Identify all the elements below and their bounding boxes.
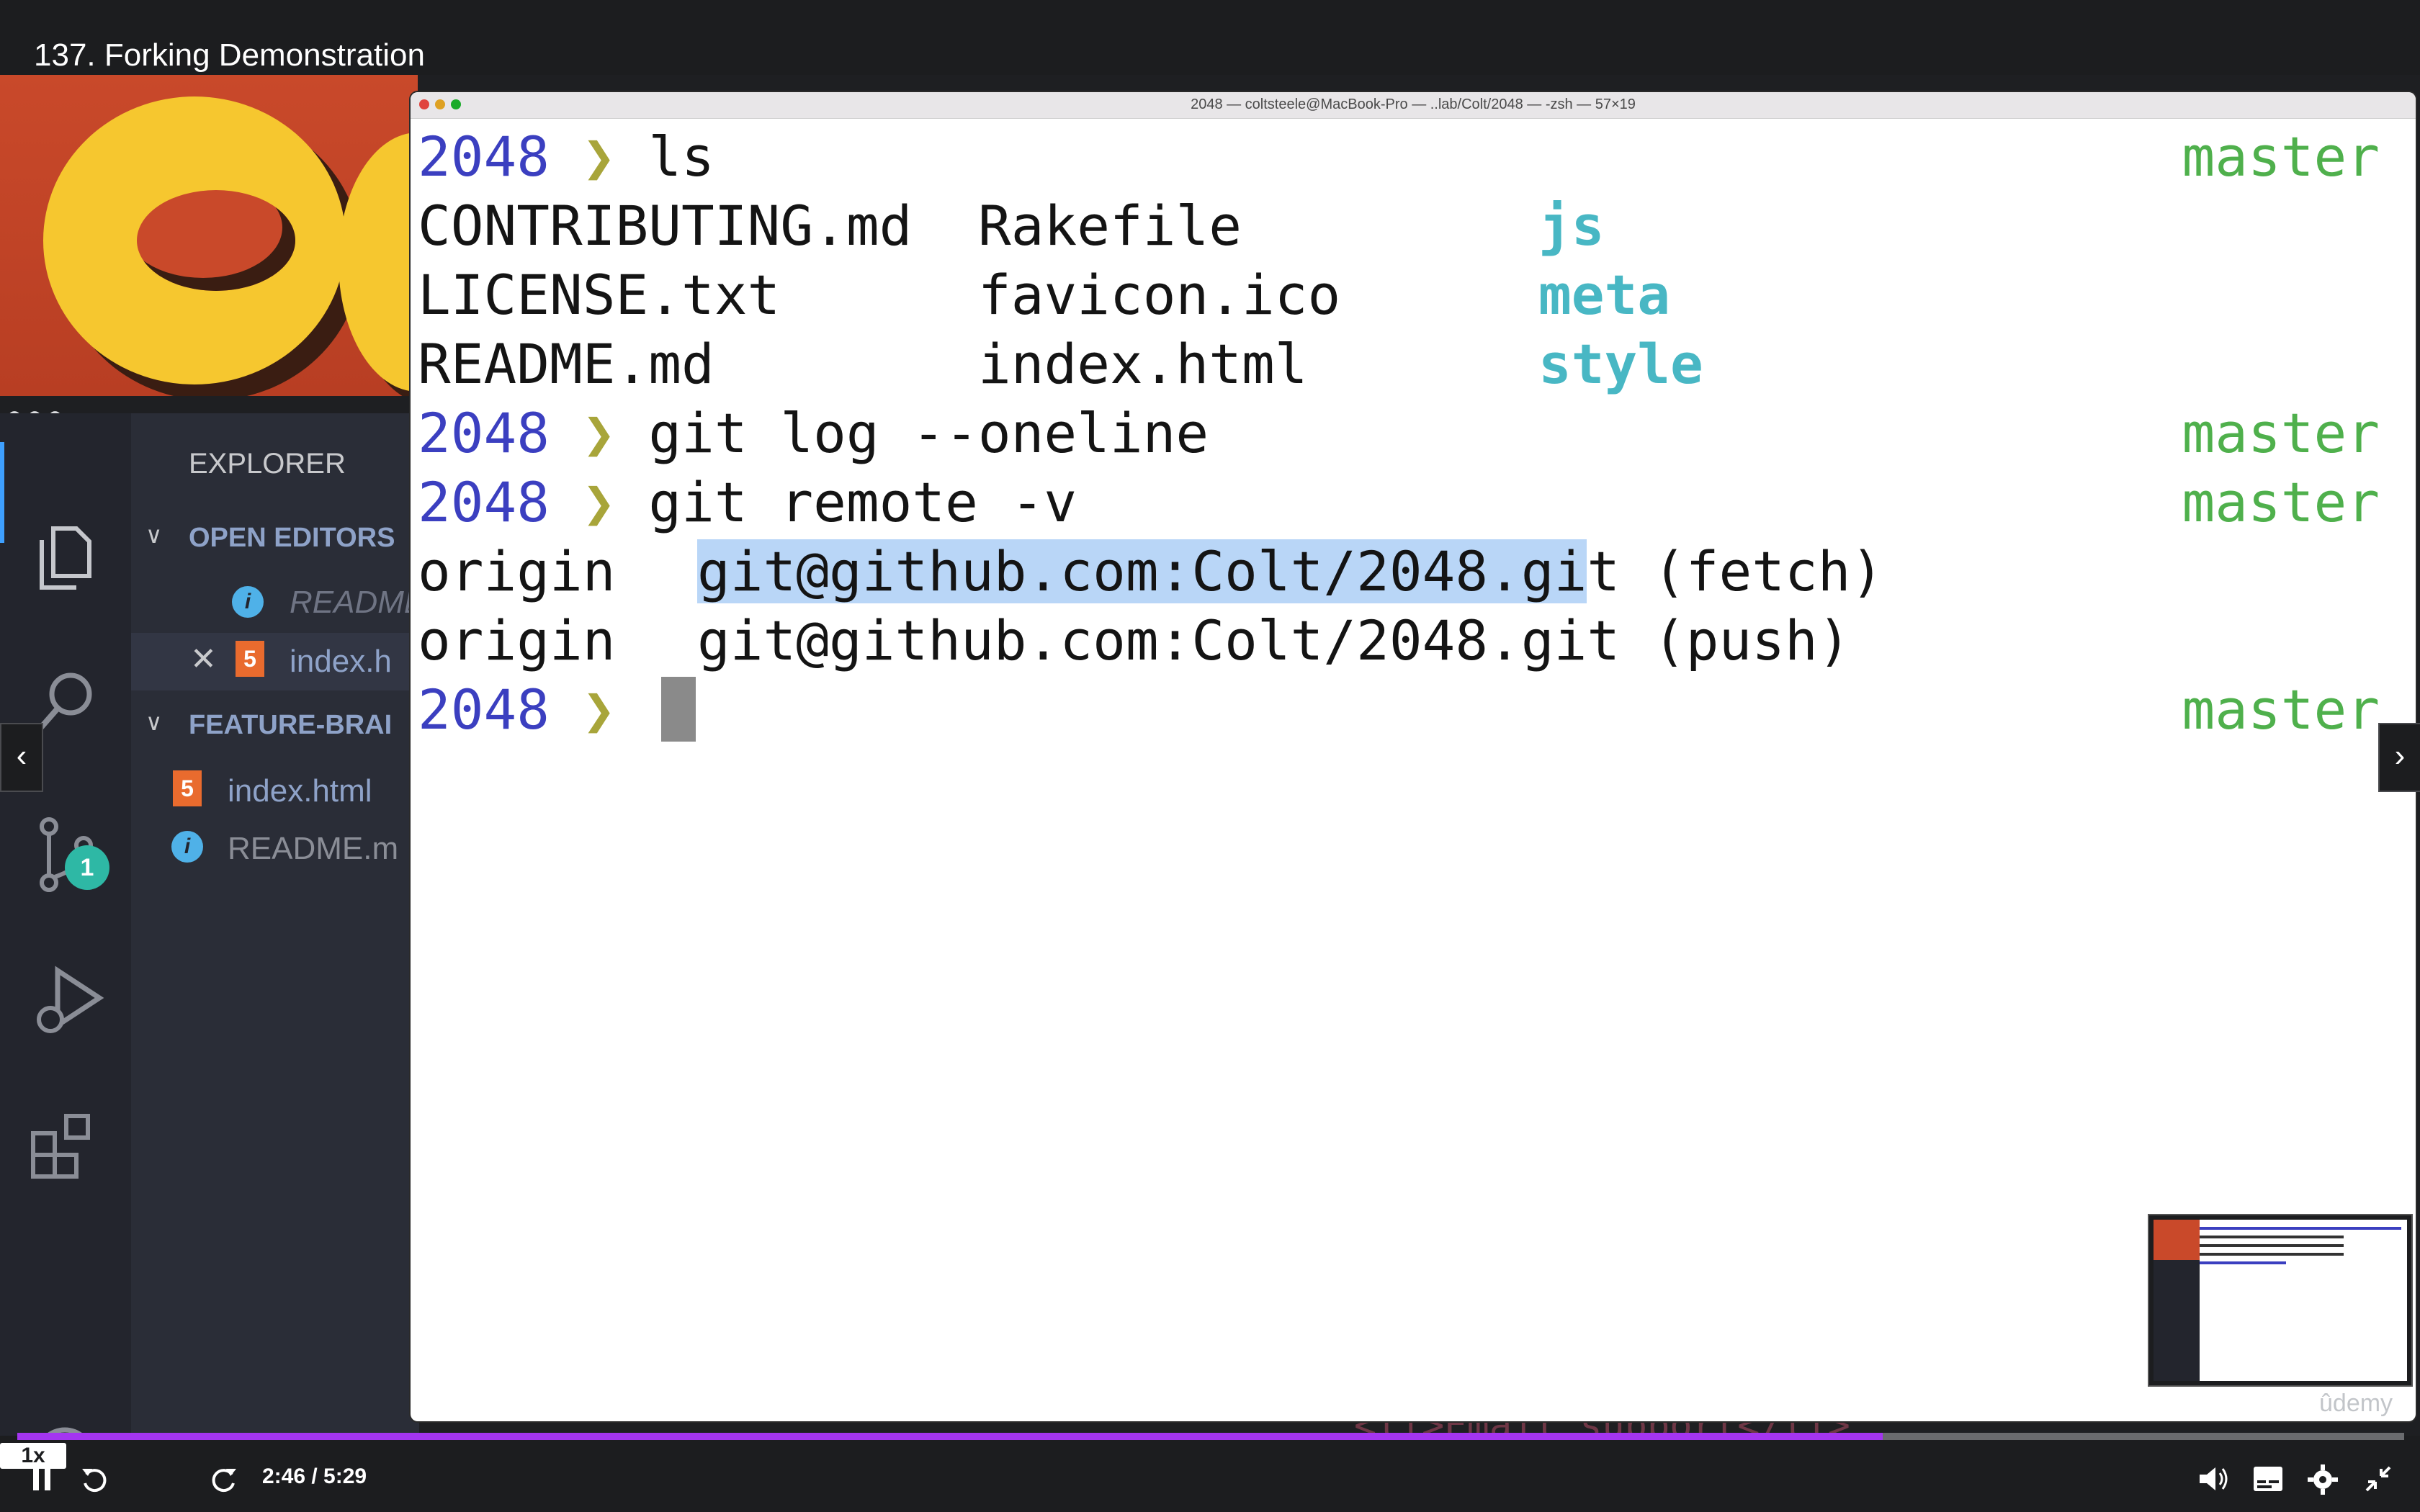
settings-gear-icon[interactable] [2308, 1464, 2338, 1495]
feature-branch-header[interactable]: FEATURE-BRAI [189, 710, 392, 741]
volume-icon[interactable] [2198, 1464, 2230, 1493]
prompt-line: 2048 ❯ git remote -v [418, 470, 1077, 534]
branch-label: master [2182, 470, 2380, 534]
course-logo [0, 75, 418, 396]
chevron-down-icon[interactable]: ∨ [145, 708, 162, 736]
lecture-header: 137. Forking Demonstration [0, 0, 2420, 75]
exit-fullscreen-icon[interactable] [2364, 1464, 2393, 1493]
explorer-title: EXPLORER [189, 448, 346, 480]
branch-label: master [2182, 678, 2380, 742]
preview-thumbnail [2149, 1215, 2411, 1385]
ls-output-row: CONTRIBUTING.md Rakefile js [418, 194, 1605, 258]
active-indicator [0, 442, 4, 543]
terminal-title: 2048 — coltsteele@MacBook-Pro — ..lab/Co… [1191, 96, 1636, 112]
extensions-icon[interactable] [29, 1104, 108, 1184]
chevron-right-icon: › [2394, 738, 2406, 773]
chevron-down-icon[interactable]: ∨ [145, 521, 162, 549]
html5-icon: 5 [173, 770, 202, 806]
pause-icon[interactable] [32, 1469, 52, 1490]
info-icon: i [171, 831, 203, 863]
player-controls: 1x 2:46 / 5:29 [0, 1443, 2420, 1512]
open-editor-item[interactable]: README [290, 585, 419, 621]
next-lecture-button[interactable]: › [2378, 723, 2420, 792]
progress-fill [17, 1433, 1883, 1440]
open-editors-header[interactable]: OPEN EDITORS [189, 523, 395, 554]
files-icon[interactable] [32, 521, 98, 593]
file-item[interactable]: README.m [228, 831, 398, 867]
close-icon[interactable]: ✕ [190, 641, 217, 678]
playback-speed-button[interactable]: 1x [0, 1443, 66, 1469]
html5-icon: 5 [236, 641, 264, 677]
prompt-line-current: 2048 ❯ [418, 678, 616, 742]
run-debug-icon[interactable] [29, 960, 108, 1040]
branch-label: master [2182, 125, 2380, 189]
previous-lecture-button[interactable]: ‹ [0, 723, 43, 792]
selected-text: git@github.com:Colt/2048.gi [697, 539, 1587, 603]
info-icon: i [232, 586, 264, 618]
explorer-panel: EXPLORER ∨ OPEN EDITORS i README ✕ 5 ind… [131, 413, 419, 1436]
terminal-window[interactable]: 2048 — coltsteele@MacBook-Pro — ..lab/Co… [411, 92, 2416, 1421]
activity-bar: 1 [0, 413, 131, 1436]
file-item[interactable]: index.html [228, 773, 372, 809]
prompt-line: 2048 ❯ ls [418, 125, 714, 189]
ls-output-row: LICENSE.txt favicon.ico meta [418, 263, 1671, 327]
scm-badge: 1 [65, 845, 109, 890]
terminal-cursor [661, 677, 696, 742]
prompt-line: 2048 ❯ git log --oneline [418, 401, 1209, 465]
remote-push-line: origin git@github.com:Colt/2048.git (push… [418, 608, 1851, 672]
chevron-left-icon: ‹ [16, 738, 27, 773]
forward-icon[interactable] [209, 1464, 239, 1495]
video-frame[interactable]: ●●● 1 [0, 75, 2420, 1436]
terminal-titlebar: 2048 — coltsteele@MacBook-Pro — ..lab/Co… [411, 92, 2416, 119]
ls-output-row: README.md index.html style [418, 332, 1703, 396]
remote-fetch-line: origin git@github.com:Colt/2048.git (fetc… [418, 539, 1884, 603]
rewind-icon[interactable] [79, 1464, 109, 1495]
open-editor-item[interactable]: index.h [290, 644, 392, 680]
time-display: 2:46 / 5:29 [262, 1464, 367, 1488]
udemy-watermark: ûdemy [2319, 1390, 2393, 1417]
lecture-title: 137. Forking Demonstration [34, 37, 425, 73]
branch-label: master [2182, 401, 2380, 465]
captions-icon[interactable] [2253, 1466, 2283, 1492]
